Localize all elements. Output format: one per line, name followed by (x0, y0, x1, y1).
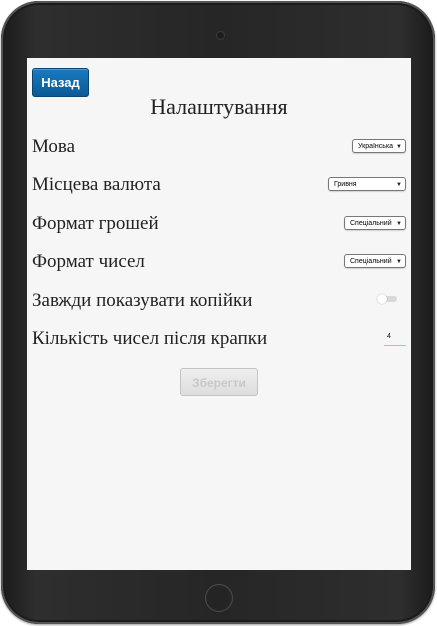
number-format-select-value: Спеціальний (350, 258, 392, 265)
setting-row-decimal-places: Кількість чисел після крапки 4 (32, 324, 406, 354)
show-kopecks-toggle[interactable] (377, 294, 397, 304)
camera-icon (216, 31, 225, 40)
chevron-down-icon: ▼ (396, 221, 402, 227)
page-title: Налаштування (150, 94, 288, 119)
chevron-down-icon: ▼ (396, 259, 402, 265)
show-kopecks-label: Завжди показувати копійки (32, 290, 253, 311)
currency-select[interactable]: Гривня ▼ (328, 177, 406, 191)
number-format-label: Формат чисел (32, 251, 145, 272)
chevron-down-icon: ▼ (396, 182, 402, 188)
setting-row-money-format: Формат грошей Спеціальний ▼ (32, 209, 406, 239)
money-format-label: Формат грошей (32, 213, 159, 234)
chevron-down-icon: ▼ (396, 144, 402, 150)
language-select[interactable]: Українська ▼ (352, 139, 406, 153)
toggle-knob (377, 294, 387, 304)
decimal-places-label: Кількість чисел після крапки (32, 328, 268, 349)
setting-row-number-format: Формат чисел Спеціальний ▼ (32, 247, 406, 277)
money-format-select-value: Спеціальний (350, 220, 392, 227)
number-format-select[interactable]: Спеціальний ▼ (344, 254, 406, 268)
language-select-value: Українська (358, 143, 394, 150)
setting-row-currency: Місцева валюта Гривня ▼ (32, 170, 406, 200)
setting-row-language: Мова Українська ▼ (32, 132, 406, 162)
currency-select-value: Гривня (334, 181, 357, 188)
money-format-select[interactable]: Спеціальний ▼ (344, 216, 406, 230)
setting-row-show-kopecks: Завжди показувати копійки (32, 286, 406, 316)
back-button[interactable]: Назад (32, 68, 89, 97)
save-button[interactable]: Зберегти (180, 368, 258, 396)
tablet-frame: Назад Налаштування Мова Українська ▼ Міс… (1, 1, 435, 624)
app-screen: Назад Налаштування Мова Українська ▼ Міс… (27, 58, 411, 570)
currency-label: Місцева валюта (32, 174, 161, 195)
home-button[interactable] (205, 584, 233, 612)
decimal-places-input[interactable]: 4 (384, 332, 406, 346)
language-label: Мова (32, 136, 76, 157)
